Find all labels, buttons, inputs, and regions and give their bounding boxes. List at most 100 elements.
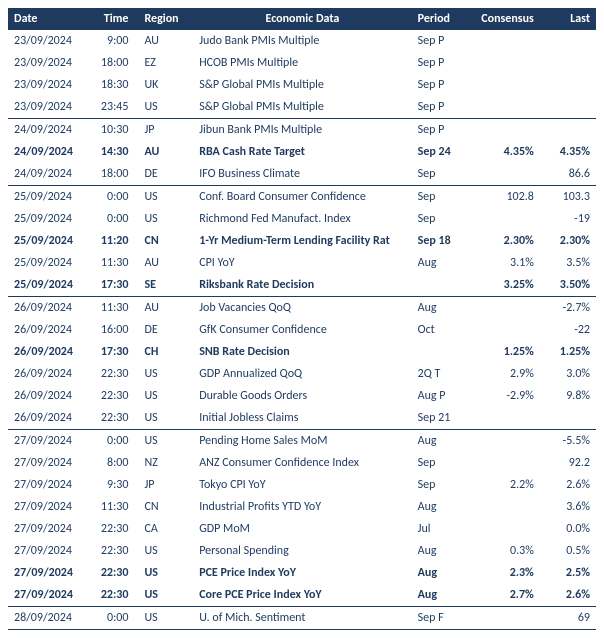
- cell-period: [412, 274, 467, 297]
- cell-last: 3.0%: [540, 363, 596, 385]
- cell-consensus: 2.7%: [467, 584, 540, 607]
- cell-consensus: 102.8: [467, 186, 540, 209]
- cell-time: 0:00: [86, 186, 134, 209]
- cell-period: Aug: [412, 430, 467, 453]
- cell-last: [540, 96, 596, 119]
- cell-last: 69: [540, 607, 596, 630]
- table-row: 24/09/202414:30AURBA Cash Rate TargetSep…: [8, 141, 596, 163]
- table-row: 27/09/20240:00USPending Home Sales MoMAu…: [8, 430, 596, 453]
- cell-consensus: 3.1%: [467, 252, 540, 274]
- cell-date: 24/09/2024: [8, 119, 86, 142]
- table-row: 26/09/202422:30USGDP Annualized QoQ2Q T2…: [8, 363, 596, 385]
- cell-region: AU: [134, 297, 193, 320]
- cell-period: Aug: [412, 252, 467, 274]
- cell-period: Sep: [412, 186, 467, 209]
- cell-region: SE: [134, 274, 193, 297]
- cell-period: Sep: [412, 163, 467, 186]
- cell-consensus: [467, 452, 540, 474]
- cell-last: 92.2: [540, 452, 596, 474]
- table-row: 23/09/20249:00AUJudo Bank PMIs MultipleS…: [8, 30, 596, 52]
- cell-econ: SNB Rate Decision: [193, 341, 411, 363]
- cell-region: AU: [134, 141, 193, 163]
- cell-time: 22:30: [86, 562, 134, 584]
- table-row: 26/09/202417:30CHSNB Rate Decision1.25%1…: [8, 341, 596, 363]
- cell-region: US: [134, 407, 193, 430]
- cell-econ: GDP Annualized QoQ: [193, 363, 411, 385]
- cell-date: 27/09/2024: [8, 430, 86, 453]
- cell-date: 26/09/2024: [8, 363, 86, 385]
- cell-period: Aug: [412, 297, 467, 320]
- cell-date: 23/09/2024: [8, 52, 86, 74]
- cell-date: 27/09/2024: [8, 452, 86, 474]
- cell-consensus: 4.35%: [467, 141, 540, 163]
- cell-region: US: [134, 363, 193, 385]
- cell-consensus: 3.25%: [467, 274, 540, 297]
- cell-date: 27/09/2024: [8, 518, 86, 540]
- cell-econ: CPI YoY: [193, 252, 411, 274]
- cell-last: 103.3: [540, 186, 596, 209]
- cell-last: -5.5%: [540, 430, 596, 453]
- economic-calendar-table: Date Time Region Economic Data Period Co…: [8, 8, 596, 630]
- cell-period: Sep 24: [412, 141, 467, 163]
- table-row: 23/09/202418:00EZHCOB PMIs MultipleSep P: [8, 52, 596, 74]
- cell-last: 3.5%: [540, 252, 596, 274]
- col-period: Period: [412, 8, 467, 30]
- col-consensus: Consensus: [467, 8, 540, 30]
- table-row: 28/09/20240:00USU. of Mich. SentimentSep…: [8, 607, 596, 630]
- cell-date: 27/09/2024: [8, 496, 86, 518]
- cell-region: JP: [134, 119, 193, 142]
- cell-consensus: 2.2%: [467, 474, 540, 496]
- cell-date: 23/09/2024: [8, 96, 86, 119]
- cell-region: DE: [134, 163, 193, 186]
- table-row: 27/09/202422:30USPersonal SpendingAug0.3…: [8, 540, 596, 562]
- cell-consensus: [467, 30, 540, 52]
- cell-region: DE: [134, 319, 193, 341]
- cell-time: 11:20: [86, 230, 134, 252]
- table-row: 25/09/202411:20CN1-Yr Medium-Term Lendin…: [8, 230, 596, 252]
- cell-econ: Riksbank Rate Decision: [193, 274, 411, 297]
- cell-region: CH: [134, 341, 193, 363]
- table-row: 27/09/202422:30CAGDP MoMJul0.0%: [8, 518, 596, 540]
- col-time: Time: [86, 8, 134, 30]
- cell-region: US: [134, 562, 193, 584]
- cell-econ: Industrial Profits YTD YoY: [193, 496, 411, 518]
- cell-time: 11:30: [86, 496, 134, 518]
- cell-last: 2.6%: [540, 584, 596, 607]
- cell-econ: S&P Global PMIs Multiple: [193, 74, 411, 96]
- cell-econ: Richmond Fed Manufact. Index: [193, 208, 411, 230]
- table-row: 27/09/20249:30JPTokyo CPI YoYSep2.2%2.6%: [8, 474, 596, 496]
- cell-last: 4.35%: [540, 141, 596, 163]
- cell-time: 22:30: [86, 518, 134, 540]
- cell-period: Sep 18: [412, 230, 467, 252]
- cell-last: -22: [540, 319, 596, 341]
- cell-last: 2.6%: [540, 474, 596, 496]
- cell-region: NZ: [134, 452, 193, 474]
- cell-date: 26/09/2024: [8, 385, 86, 407]
- cell-econ: GfK Consumer Confidence: [193, 319, 411, 341]
- cell-time: 18:30: [86, 74, 134, 96]
- cell-region: US: [134, 430, 193, 453]
- cell-period: Sep 21: [412, 407, 467, 430]
- cell-last: 0.5%: [540, 540, 596, 562]
- table-row: 26/09/202422:30USInitial Jobless ClaimsS…: [8, 407, 596, 430]
- cell-time: 8:00: [86, 452, 134, 474]
- table-row: 27/09/202411:30CNIndustrial Profits YTD …: [8, 496, 596, 518]
- cell-period: 2Q T: [412, 363, 467, 385]
- cell-econ: U. of Mich. Sentiment: [193, 607, 411, 630]
- cell-time: 14:30: [86, 141, 134, 163]
- cell-last: 3.50%: [540, 274, 596, 297]
- cell-last: [540, 52, 596, 74]
- cell-date: 26/09/2024: [8, 407, 86, 430]
- cell-last: [540, 119, 596, 142]
- cell-region: CA: [134, 518, 193, 540]
- cell-econ: ANZ Consumer Confidence Index: [193, 452, 411, 474]
- cell-time: 10:30: [86, 119, 134, 142]
- col-region: Region: [134, 8, 193, 30]
- cell-date: 27/09/2024: [8, 474, 86, 496]
- cell-time: 22:30: [86, 540, 134, 562]
- cell-consensus: [467, 319, 540, 341]
- cell-econ: Job Vacancies QoQ: [193, 297, 411, 320]
- cell-time: 9:30: [86, 474, 134, 496]
- cell-econ: 1-Yr Medium-Term Lending Facility Rat: [193, 230, 411, 252]
- cell-region: US: [134, 96, 193, 119]
